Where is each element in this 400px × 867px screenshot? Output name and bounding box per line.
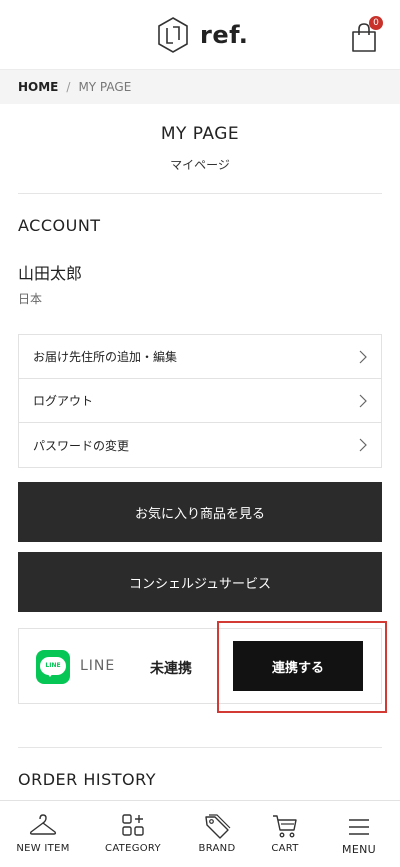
concierge-button[interactable]: コンシェルジュサービス — [18, 552, 382, 612]
line-logo-icon: LINE — [36, 650, 70, 684]
cart-count-badge: 0 — [369, 16, 383, 30]
user-name: 山田太郎 — [18, 264, 83, 283]
logo-text: ref. — [200, 21, 249, 49]
cart-icon — [272, 813, 298, 839]
nav-label: CATEGORY — [105, 843, 161, 854]
breadcrumb-home-link[interactable]: HOME — [18, 80, 58, 94]
line-status: 未連携 — [150, 661, 192, 677]
hamburger-menu-icon — [348, 818, 370, 836]
section-divider-account — [18, 193, 382, 194]
chevron-right-icon — [359, 394, 367, 408]
nav-new-item[interactable]: NEW ITEM — [0, 801, 86, 867]
logo-mark-icon — [158, 17, 188, 53]
breadcrumb-separator: / — [66, 80, 71, 94]
tag-icon — [203, 813, 231, 841]
site-logo[interactable]: ref. — [156, 16, 248, 54]
nav-label: CART — [271, 843, 299, 854]
user-country: 日本 — [18, 292, 43, 306]
nav-label: MENU — [342, 843, 376, 856]
chevron-right-icon — [359, 350, 367, 364]
menu-item-label: パスワードの変更 — [33, 438, 130, 453]
page-title: MY PAGE — [160, 124, 240, 144]
nav-label: BRAND — [198, 843, 236, 854]
hanger-icon — [29, 813, 57, 837]
breadcrumb-current: MY PAGE — [78, 80, 132, 94]
page-subtitle: マイページ — [170, 158, 230, 172]
account-menu-list: お届け先住所の追加・編集 ログアウト パスワードの変更 — [18, 334, 382, 468]
nav-category[interactable]: CATEGORY — [90, 801, 176, 867]
menu-item-label: お届け先住所の追加・編集 — [33, 350, 178, 364]
account-heading: ACCOUNT — [18, 216, 101, 235]
nav-label: NEW ITEM — [16, 843, 70, 854]
line-link-button[interactable]: 連携する — [233, 641, 363, 691]
site-header: ref. 0 — [0, 0, 400, 70]
favorites-button[interactable]: お気に入り商品を見る — [18, 482, 382, 542]
chevron-right-icon — [359, 438, 367, 452]
breadcrumb: HOME / MY PAGE — [0, 70, 400, 104]
section-divider-order-history — [18, 747, 382, 748]
category-grid-icon — [121, 813, 145, 837]
order-history-heading: ORDER HISTORY — [18, 770, 156, 789]
menu-item-label: ログアウト — [33, 394, 94, 408]
nav-menu[interactable]: MENU — [316, 801, 400, 867]
line-label: LINE — [80, 658, 116, 674]
bottom-navigation: NEW ITEM CATEGORY BRAND CART MENU — [0, 800, 400, 867]
menu-item-address[interactable]: お届け先住所の追加・編集 — [19, 335, 381, 379]
menu-item-logout[interactable]: ログアウト — [19, 379, 381, 423]
menu-item-change-password[interactable]: パスワードの変更 — [19, 423, 381, 467]
